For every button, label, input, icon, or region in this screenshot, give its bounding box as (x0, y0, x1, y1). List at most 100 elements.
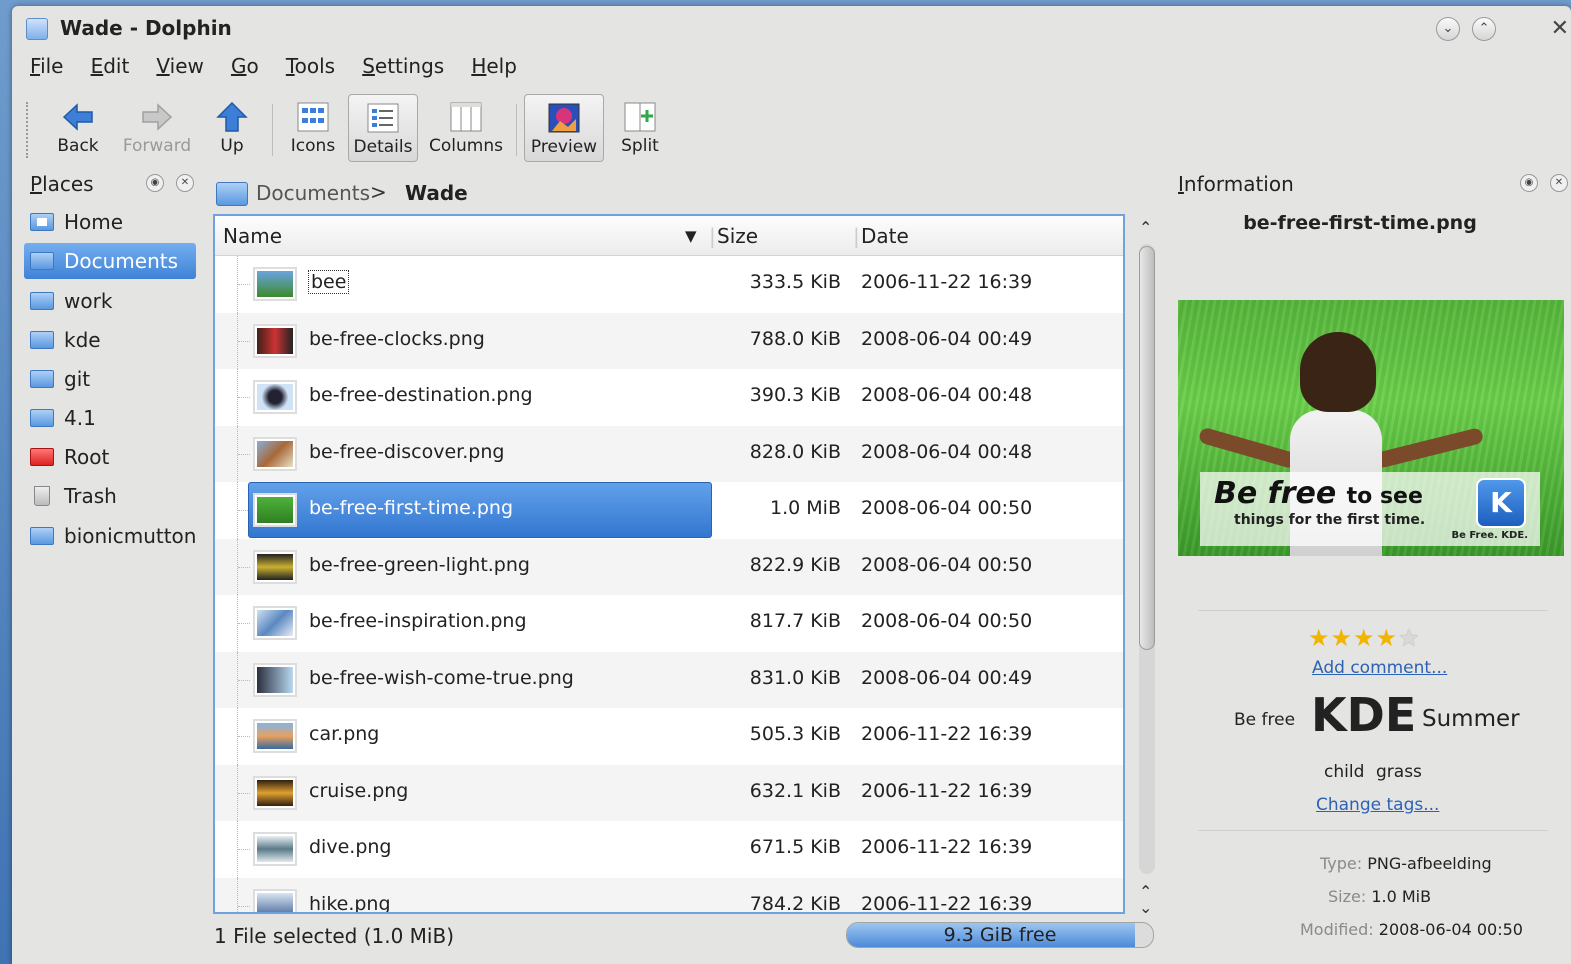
table-row[interactable]: dive.png 671.5 KiB 2006-11-22 16:39 (215, 821, 1123, 878)
folder-icon (30, 252, 54, 270)
star-icon[interactable]: ★ (1308, 624, 1331, 652)
column-date[interactable]: Date (861, 224, 909, 248)
places-title: Places (30, 172, 94, 196)
back-button[interactable]: Back (40, 94, 116, 162)
title-bar[interactable]: Wade - Dolphin ⌄ ⌃ ✕ (12, 6, 1571, 48)
menu-view[interactable]: View (156, 54, 203, 78)
tag-kde[interactable]: KDE (1311, 688, 1416, 742)
up-button[interactable]: Up (204, 94, 260, 162)
icons-view-button[interactable]: Icons (280, 94, 346, 162)
rating-stars[interactable]: ★★★★★ (1308, 624, 1421, 652)
panel-float-button[interactable]: ◉ (1520, 174, 1538, 192)
column-name[interactable]: Name (223, 224, 282, 248)
toolbar-separator (272, 104, 273, 156)
breadcrumb-separator[interactable]: > (370, 180, 387, 204)
table-row[interactable]: bee 333.5 KiB 2006-11-22 16:39 (215, 256, 1123, 313)
place-git[interactable]: git (24, 361, 196, 397)
folder-app-icon (26, 18, 48, 40)
panel-close-button[interactable]: ✕ (1550, 174, 1568, 192)
file-thumbnail (253, 606, 297, 640)
free-space-text: 9.3 GiB free (943, 924, 1057, 946)
file-list-scrollbar[interactable]: ⌃ ⌃ ⌄ (1137, 216, 1157, 917)
table-row[interactable]: cruise.png 632.1 KiB 2006-11-22 16:39 (215, 764, 1123, 821)
place-kde[interactable]: kde (24, 322, 196, 358)
home-folder-icon (30, 213, 54, 231)
file-thumbnail (253, 888, 297, 912)
information-panel: Information ◉ ✕ be-free-first-time.png B… (1168, 166, 1568, 956)
split-button[interactable]: Split (610, 94, 670, 162)
table-row[interactable]: be-free-green-light.png 822.9 KiB 2008-0… (215, 538, 1123, 595)
star-icon[interactable]: ★ (1331, 624, 1354, 652)
star-icon[interactable]: ★ (1376, 624, 1399, 652)
tag-be-free[interactable]: Be free (1234, 710, 1295, 730)
file-thumbnail (253, 832, 297, 866)
forward-button[interactable]: Forward (118, 94, 196, 162)
main-toolbar: Back Forward Up Icons Details Columns Pr… (26, 94, 786, 166)
scroll-up-icon[interactable]: ⌃ (1139, 218, 1152, 237)
folder-icon (30, 331, 54, 349)
change-tags-link[interactable]: Change tags... (1316, 795, 1439, 815)
icons-view-icon (297, 102, 329, 132)
place-4-1[interactable]: 4.1 (24, 400, 196, 436)
place-bionicmutton[interactable]: bionicmutton (24, 518, 196, 554)
folder-icon (30, 409, 54, 427)
table-row[interactable]: be-free-destination.png 390.3 KiB 2008-0… (215, 369, 1123, 426)
file-thumbnail (253, 662, 297, 697)
dolphin-window: Wade - Dolphin ⌄ ⌃ ✕ File Edit View Go T… (12, 6, 1571, 964)
menu-bar: File Edit View Go Tools Settings Help (30, 54, 539, 84)
place-work[interactable]: work (24, 283, 196, 319)
star-icon[interactable]: ★ (1398, 624, 1421, 652)
menu-tools[interactable]: Tools (286, 54, 335, 78)
trash-icon (34, 486, 50, 506)
file-thumbnail (253, 323, 297, 358)
folder-icon (30, 527, 54, 545)
window-title: Wade - Dolphin (60, 16, 232, 40)
tag-child[interactable]: child (1324, 762, 1364, 782)
menu-file[interactable]: File (30, 54, 63, 78)
add-comment-link[interactable]: Add comment... (1312, 658, 1447, 678)
menu-edit[interactable]: Edit (91, 54, 130, 78)
status-text: 1 File selected (1.0 MiB) (214, 924, 454, 948)
table-row[interactable]: be-free-discover.png 828.0 KiB 2008-06-0… (215, 425, 1123, 482)
star-icon[interactable]: ★ (1353, 624, 1376, 652)
table-row[interactable]: hike.png 784.2 KiB 2006-11-22 16:39 (215, 877, 1123, 912)
panel-float-button[interactable]: ◉ (146, 174, 164, 192)
file-thumbnail (253, 719, 297, 753)
table-row[interactable]: be-free-clocks.png 788.0 KiB 2008-06-04 … (215, 312, 1123, 369)
details-view-button[interactable]: Details (348, 94, 418, 162)
columns-view-button[interactable]: Columns (426, 94, 506, 162)
place-root[interactable]: Root (24, 439, 196, 475)
table-row[interactable]: be-free-inspiration.png 817.7 KiB 2008-0… (215, 595, 1123, 652)
scroll-down-icon[interactable]: ⌄ (1139, 898, 1152, 917)
menu-help[interactable]: Help (471, 54, 517, 78)
menu-go[interactable]: Go (231, 54, 259, 78)
file-list[interactable]: Name ▼ | Size | Date bee 333.5 KiB 2006-… (213, 214, 1125, 914)
maximize-button[interactable]: ⌃ (1472, 17, 1496, 41)
preview-button[interactable]: Preview (524, 94, 604, 162)
tag-summer[interactable]: Summer (1422, 706, 1520, 732)
minimize-button[interactable]: ⌄ (1436, 17, 1460, 41)
up-arrow-icon (216, 101, 248, 132)
table-row-selected[interactable]: be-free-first-time.png 1.0 MiB 2008-06-0… (215, 482, 1123, 539)
breadcrumb-current[interactable]: Wade (405, 181, 468, 205)
column-size[interactable]: Size (717, 224, 758, 248)
meta-modified: Modified: 2008-06-04 00:50 (1300, 920, 1523, 939)
menu-settings[interactable]: Settings (362, 54, 444, 78)
panel-close-button[interactable]: ✕ (176, 174, 194, 192)
table-row[interactable]: car.png 505.3 KiB 2006-11-22 16:39 (215, 708, 1123, 765)
tag-grass[interactable]: grass (1376, 762, 1422, 782)
place-home[interactable]: Home (24, 204, 196, 240)
place-trash[interactable]: Trash (24, 478, 196, 514)
table-row[interactable]: be-free-wish-come-true.png 831.0 KiB 200… (215, 651, 1123, 708)
meta-size: Size: 1.0 MiB (1328, 887, 1432, 906)
scroll-thumb[interactable] (1139, 246, 1155, 650)
file-thumbnail (253, 436, 297, 471)
sort-chevron-icon[interactable]: ▼ (685, 227, 697, 245)
place-documents[interactable]: Documents (24, 243, 196, 279)
meta-type: Type: PNG-afbeelding (1320, 854, 1492, 873)
info-filename: be-free-first-time.png (1243, 212, 1477, 234)
toolbar-grip[interactable] (26, 102, 30, 158)
close-button[interactable]: ✕ (1551, 16, 1569, 41)
back-arrow-icon (62, 102, 94, 132)
breadcrumb-documents[interactable]: Documents (256, 181, 370, 205)
